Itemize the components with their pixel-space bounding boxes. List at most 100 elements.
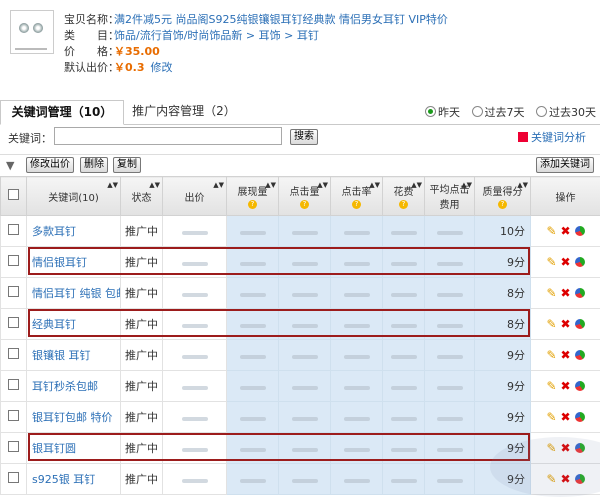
sort-icon[interactable]: ▲▼ [265,181,276,189]
help-icon[interactable]: ? [248,200,257,209]
radio-yesterday[interactable]: 昨天 [425,104,460,120]
delete-button[interactable]: 删除 [80,157,108,173]
bid-header-label: 出价 [185,193,205,204]
delete-icon[interactable]: ✖ [561,317,571,331]
edit-bid-link[interactable]: 修改 [151,61,173,74]
keyword-cell[interactable]: 多款耳钉 [27,216,121,247]
search-button[interactable]: 搜索 [290,129,318,145]
help-icon[interactable]: ? [352,200,361,209]
row-select-cell[interactable] [1,309,27,340]
avg-cpc-column-header[interactable]: 平均点击费用▲▼ [425,177,475,216]
impressions-column-header[interactable]: 展现量?▲▼ [227,177,279,216]
help-icon[interactable]: ? [399,200,408,209]
filter-icon[interactable]: ▼ [6,159,14,172]
keyword-analysis-link[interactable]: 关键词分析 [518,129,586,145]
bid-column-header[interactable]: 出价 ▲▼ [163,177,227,216]
delete-icon[interactable]: ✖ [561,255,571,269]
bid-cell[interactable] [163,278,227,309]
row-checkbox[interactable] [8,348,19,359]
chart-icon[interactable] [575,257,585,267]
status-column-header[interactable]: 状态▲▼ [121,177,163,216]
table-row[interactable]: 耳钉秒杀包邮推广中9分✎✖ [1,371,600,402]
chart-icon[interactable] [575,226,585,236]
product-thumbnail[interactable] [10,10,54,54]
row-checkbox[interactable] [8,286,19,297]
edit-icon[interactable]: ✎ [546,255,556,269]
radio-30days[interactable]: 过去30天 [536,104,596,120]
table-row[interactable]: 情侣耳钉 纯银 包邮推广中8分✎✖ [1,278,600,309]
ctr-column-header[interactable]: 点击率?▲▼ [331,177,383,216]
select-all-checkbox[interactable] [8,189,19,200]
sort-icon[interactable]: ▲▼ [107,181,118,189]
copy-button[interactable]: 复制 [113,157,141,173]
row-checkbox[interactable] [8,317,19,328]
edit-icon[interactable]: ✎ [546,317,556,331]
edit-icon[interactable]: ✎ [546,348,556,362]
row-select-cell[interactable] [1,371,27,402]
delete-icon[interactable]: ✖ [561,379,571,393]
chart-icon[interactable] [575,381,585,391]
bid-cell[interactable] [163,402,227,433]
row-select-cell[interactable] [1,278,27,309]
chart-icon[interactable] [575,350,585,360]
select-all-header[interactable] [1,177,27,216]
chart-icon[interactable] [575,319,585,329]
product-category[interactable]: 饰品/流行首饰/时尚饰品新 > 耳饰 > 耳钉 [114,29,319,42]
edit-bid-button[interactable]: 修改出价 [26,157,74,173]
row-checkbox[interactable] [8,255,19,266]
table-row[interactable]: 银镶银 耳钉推广中9分✎✖ [1,340,600,371]
chart-icon[interactable] [575,412,585,422]
row-select-cell[interactable] [1,340,27,371]
bid-cell[interactable] [163,464,227,495]
edit-icon[interactable]: ✎ [546,224,556,238]
delete-icon[interactable]: ✖ [561,410,571,424]
keyword-cell[interactable]: 银耳钉包邮 特价 [27,402,121,433]
add-keyword-button[interactable]: 添加关键词 [536,157,594,173]
row-checkbox[interactable] [8,224,19,235]
spend-column-header[interactable]: 花费?▲▼ [383,177,425,216]
table-row[interactable]: 银耳钉包邮 特价推广中9分✎✖ [1,402,600,433]
sort-icon[interactable]: ▲▼ [411,181,422,189]
bid-cell[interactable] [163,216,227,247]
clicks-column-header[interactable]: 点击量?▲▼ [279,177,331,216]
edit-icon[interactable]: ✎ [546,379,556,393]
keyword-search-bar: 关键词： 搜索 关键词分析 [0,125,600,149]
sort-icon[interactable]: ▲▼ [461,181,472,189]
keyword-cell[interactable]: s925银 耳钉 [27,464,121,495]
row-select-cell[interactable] [1,433,27,464]
row-checkbox[interactable] [8,410,19,421]
delete-icon[interactable]: ✖ [561,286,571,300]
bid-cell[interactable] [163,371,227,402]
help-icon[interactable]: ? [498,200,507,209]
edit-icon[interactable]: ✎ [546,410,556,424]
delete-icon[interactable]: ✖ [561,224,571,238]
chart-icon[interactable] [575,288,585,298]
row-select-cell[interactable] [1,464,27,495]
bid-cell[interactable] [163,340,227,371]
sort-icon[interactable]: ▲▼ [517,181,528,189]
product-title-link[interactable]: 满2件减5元 尚品阁S925纯银镶银耳钉经典款 情侣男女耳钉 VIP特价 [114,13,448,26]
radio-7days[interactable]: 过去7天 [472,104,525,120]
row-select-cell[interactable] [1,247,27,278]
edit-icon[interactable]: ✎ [546,286,556,300]
help-icon[interactable]: ? [300,200,309,209]
row-checkbox[interactable] [8,441,19,452]
sort-icon[interactable]: ▲▼ [149,181,160,189]
quality-column-header[interactable]: 质量得分?▲▼ [475,177,531,216]
keyword-cell[interactable]: 情侣耳钉 纯银 包邮 [27,278,121,309]
keyword-cell[interactable]: 耳钉秒杀包邮 [27,371,121,402]
table-row[interactable]: 多款耳钉推广中10分✎✖ [1,216,600,247]
keyword-cell[interactable]: 银镶银 耳钉 [27,340,121,371]
tab-keyword-management[interactable]: 关键词管理（10） [0,100,124,125]
sort-icon[interactable]: ▲▼ [369,181,380,189]
sort-icon[interactable]: ▲▼ [213,181,224,189]
keyword-column-header[interactable]: 关键词(10)▲▼ [27,177,121,216]
row-select-cell[interactable] [1,402,27,433]
row-checkbox[interactable] [8,472,19,483]
row-checkbox[interactable] [8,379,19,390]
keyword-search-input[interactable] [54,127,282,145]
delete-icon[interactable]: ✖ [561,348,571,362]
tab-content-management[interactable]: 推广内容管理（2） [124,100,244,123]
row-select-cell[interactable] [1,216,27,247]
sort-icon[interactable]: ▲▼ [317,181,328,189]
